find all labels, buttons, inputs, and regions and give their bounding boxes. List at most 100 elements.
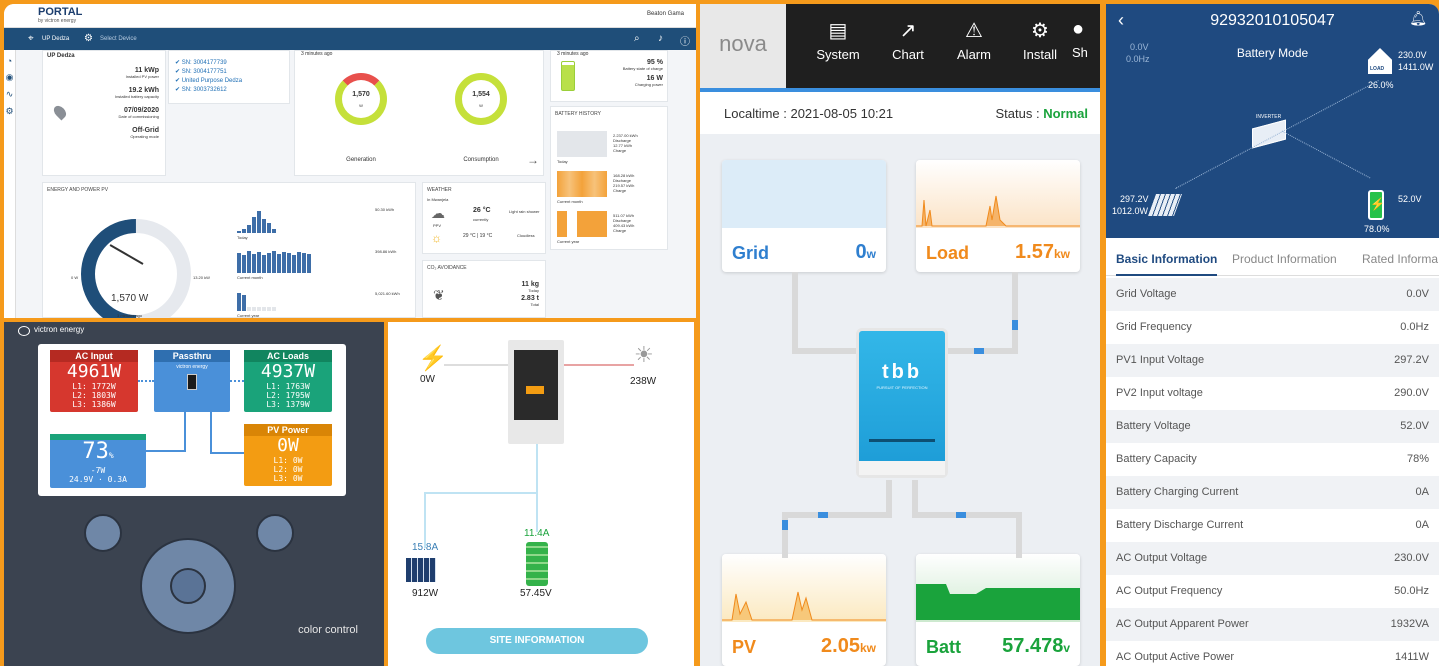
pv-name: PV [732,637,757,657]
user-menu[interactable]: Beaton Gama [647,11,684,17]
bh-values-1: 168.28 kWh Discharge 219.57 kWh Charge [613,173,634,193]
ac-input-l3: L3: 1386W [72,400,116,409]
device-item[interactable]: ✔ SN: 3004177751 [175,68,242,77]
info-row: AC Output Frequency 50.0Hz [1106,575,1439,608]
devices-card: ✔ SN: 3004177739 ✔ SN: 3004177751 ✔ Unit… [168,50,290,104]
center-button[interactable] [170,568,206,604]
inverter-front [514,350,558,420]
tab-alarm[interactable]: ⚠ Alarm [944,18,1004,62]
batt-tile[interactable]: Batt 57.478v [916,554,1080,666]
nova-logo: nova [700,4,786,88]
tbb-inverter[interactable]: tbb PURSUIT OF PERFECTION [856,328,948,478]
vrm-logo[interactable]: PORTAL by victron energy [38,6,82,24]
battery-power: 16 W [646,75,663,82]
device-2: United Purpose Dedza [181,78,243,84]
period-today: Today [237,235,248,240]
info-row-label: Battery Discharge Current [1116,519,1244,531]
battery-voltage-top: 52.0V [1398,194,1422,204]
connector-line [146,450,184,452]
navigation-pad[interactable] [140,538,236,634]
info-row-label: AC Output Active Power [1116,651,1234,663]
connector-line [230,380,244,382]
info-row-value: 50.0Hz [1394,585,1429,597]
device-item[interactable]: ✔ United Purpose Dedza [175,77,242,86]
today-chart [237,207,276,233]
vrm-logo-text: PORTAL [38,6,83,18]
battery-time-ago: 3 minutes ago [557,51,589,57]
info-row-value: 297.2V [1394,354,1429,366]
batt-line [1016,512,1022,558]
generation-label: Generation [346,157,376,163]
site-info-card: UP Dedza 11 kWp Installed PV power 19.2 … [42,50,166,176]
dashboard-icon[interactable]: ◔ [4,56,15,66]
battery-power-label: Charging power [634,82,663,87]
tab-install-label: Install [1023,47,1057,62]
tab-rated-info[interactable]: Rated Informa [1362,252,1438,266]
pv-l3: L3: 0W [273,474,303,483]
gauge-max: 13.20 kW [193,275,210,280]
bh-bar-year [557,211,607,237]
inverter-app-header: ‹ 92932010105047 🔔︎ Battery Mode 0.0V 0.… [1106,4,1439,238]
load-line [564,364,634,366]
load-voltage-top: 230.0V [1398,50,1427,60]
tab-basic-info[interactable]: Basic Information [1116,252,1218,276]
generation-ring [335,73,387,125]
bh-period-0: Today [557,159,568,164]
device-item[interactable]: ✔ SN: 3004177739 [175,59,242,68]
batt-line [912,512,1022,518]
tab-install[interactable]: ⚙ Install [1010,18,1070,62]
grid-line [444,364,510,366]
device-selector[interactable]: Select Device [100,36,137,42]
consumption-value: 1,554 [472,91,490,98]
info-row-label: Grid Voltage [1116,288,1177,300]
flow-line [424,492,426,548]
left-button[interactable] [84,514,122,552]
info-val-0: 11 kWp [134,67,159,74]
info-row: PV1 Input Voltage 297.2V [1106,344,1439,377]
pv-line [782,512,788,558]
arrow-right-icon[interactable]: → [527,153,539,167]
energy-title: ENERGY AND POWER PV [47,187,109,193]
tab-alarm-label: Alarm [957,47,991,62]
pv-tile[interactable]: PV 2.05kw [722,554,886,666]
site-selector[interactable]: UP Dedza [42,36,69,42]
settings-icon[interactable]: ⚙ [4,106,15,117]
bh-bar-today [557,131,607,157]
info-row-value: 290.0V [1394,387,1429,399]
info-row-label: Grid Frequency [1116,321,1192,333]
location-icon [51,103,69,121]
grid-tile[interactable]: Grid 0w [722,160,886,272]
eye-icon[interactable]: ◉ [4,72,15,83]
pulse-icon[interactable]: ∿ [4,89,15,100]
device-item[interactable]: ✔ SN: 3003732612 [175,86,242,95]
device-3: SN: 3003732612 [181,87,227,93]
info-icon[interactable]: ⓘ [680,33,690,48]
tab-more[interactable]: ● Sh [1072,18,1100,60]
right-button[interactable] [256,514,294,552]
ac-input-box[interactable]: AC Input 4961W L1: 1772W L2: 1803W L3: 1… [50,350,138,412]
grid-value: 0 [855,241,867,263]
ac-loads-box[interactable]: AC Loads 4937W L1: 1763W L2: 1795W L3: 1… [244,350,332,412]
info-row-label: Battery Capacity [1116,453,1197,465]
passthru-header: Passthru [154,350,230,362]
tab-chart[interactable]: ↗ Chart [878,18,938,62]
tab-system[interactable]: ▤ System [808,18,868,62]
search-icon[interactable]: ⌕ [634,33,640,44]
bell-icon[interactable]: 🔔︎ [1409,10,1427,27]
battery-box[interactable]: 73% -7W 24.9V · 0.3A [50,434,146,488]
passthru-box[interactable]: Passthru victron energy [154,350,230,412]
info-row-label: AC Output Frequency [1116,585,1223,597]
connector-line [210,452,244,454]
tab-product-info[interactable]: Product Information [1232,252,1337,266]
load-tile[interactable]: Load 1.57kw [916,160,1080,272]
info-row-value: 0.0Hz [1400,321,1429,333]
color-control-label: color control [298,624,358,636]
pv-unit: kw [859,641,876,655]
grid-name: Grid [732,243,770,263]
pv-power-box[interactable]: PV Power 0W L1: 0W L2: 0W L3: 0W [244,424,332,486]
info-lbl-3: Operating mode [130,134,159,139]
site-information-button[interactable]: SITE INFORMATION [426,628,648,654]
bell-icon[interactable]: ♪ [658,33,663,44]
weather-card: WEATHER In Mwanjela ☁ PPV ☼ 26 °C curren… [422,182,546,254]
battery-icon [561,61,575,91]
